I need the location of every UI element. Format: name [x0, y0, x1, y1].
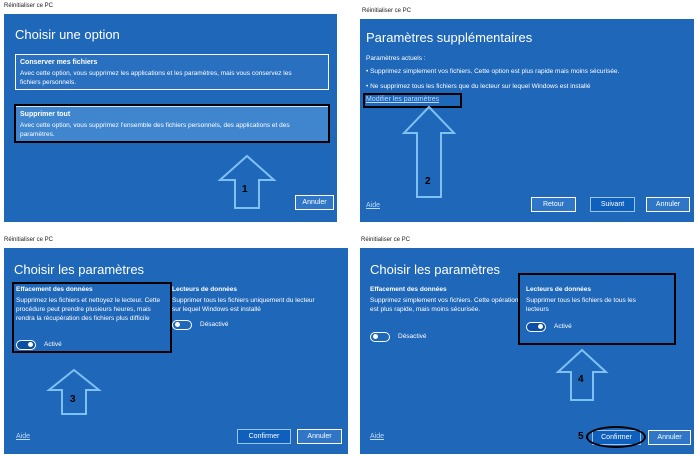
help-link[interactable]: Aide — [370, 433, 384, 440]
up-arrow-icon — [46, 368, 102, 415]
help-link[interactable]: Aide — [16, 433, 30, 440]
dialog-body: Choisir les paramètres Effacement des do… — [360, 248, 694, 454]
setting-bullet: • Ne supprimez tous les fichiers que du … — [366, 83, 591, 90]
data-drives-title: Lecteurs de données — [172, 286, 238, 293]
panel-choose-option: Réinitialiser ce PC Choisir une option C… — [0, 0, 350, 225]
cancel-button[interactable]: Annuler — [295, 195, 334, 210]
window-caption: Réinitialiser ce PC — [4, 237, 54, 243]
dialog-body: Choisir les paramètres Effacement des do… — [4, 248, 348, 454]
data-erasure-toggle[interactable] — [370, 332, 390, 342]
window-caption: Réinitialiser ce PC — [4, 3, 54, 9]
step-number: 3 — [70, 394, 76, 405]
step-number: 1 — [242, 184, 248, 195]
toggle-state: Désactivé — [200, 321, 229, 328]
step-number: 2 — [425, 176, 431, 187]
step-number: 5 — [578, 431, 584, 442]
back-button[interactable]: Retour — [531, 197, 576, 212]
annotation-box — [14, 104, 330, 143]
setting-bullet: • Supprimez simplement vos fichiers. Cet… — [366, 68, 620, 75]
data-erasure-title: Effacement des données — [370, 286, 447, 293]
cancel-button[interactable]: Annuler — [646, 197, 690, 212]
cancel-button[interactable]: Annuler — [297, 429, 342, 444]
data-drives-toggle[interactable] — [172, 320, 192, 330]
up-arrow-icon — [217, 154, 277, 209]
annotation-box — [12, 282, 172, 353]
dialog-title: Choisir une option — [15, 27, 120, 42]
option-title: Conserver mes fichiers — [20, 59, 98, 66]
dialog-body: Choisir une option Conserver mes fichier… — [4, 14, 337, 222]
dialog-title: Choisir les paramètres — [14, 262, 145, 277]
option-description: Avec cette option, vous supprimez les ap… — [20, 70, 292, 86]
help-link[interactable]: Aide — [366, 202, 380, 209]
annotation-circle — [586, 426, 646, 448]
data-drives-description: Supprimer tous les fichiers uniquement d… — [172, 297, 315, 313]
toggle-state: Désactivé — [398, 333, 427, 340]
data-erasure-description: Supprimez simplement vos fichiers. Cette… — [370, 297, 519, 313]
dialog-title: Paramètres supplémentaires — [366, 30, 533, 45]
confirm-button[interactable]: Confirmer — [237, 429, 291, 444]
panel-additional-settings: Réinitialiser ce PC Paramètres supplémen… — [356, 0, 696, 225]
dialog-body: Paramètres supplémentaires Paramètres ac… — [360, 19, 694, 222]
window-caption: Réinitialiser ce PC — [362, 8, 412, 14]
option-keep-files[interactable]: Conserver mes fichiers Avec cette option… — [15, 54, 329, 90]
next-button[interactable]: Suivant — [590, 197, 635, 212]
dialog-title: Choisir les paramètres — [370, 262, 501, 277]
panel-choose-settings-b: Réinitialiser ce PC Choisir les paramètr… — [356, 233, 696, 457]
cancel-button[interactable]: Annuler — [648, 430, 691, 445]
window-caption: Réinitialiser ce PC — [361, 237, 411, 243]
annotation-box — [518, 273, 676, 345]
current-settings-label: Paramètres actuels : — [366, 55, 426, 62]
panel-choose-settings-a: Réinitialiser ce PC Choisir les paramètr… — [0, 233, 350, 457]
step-number: 4 — [578, 374, 584, 385]
